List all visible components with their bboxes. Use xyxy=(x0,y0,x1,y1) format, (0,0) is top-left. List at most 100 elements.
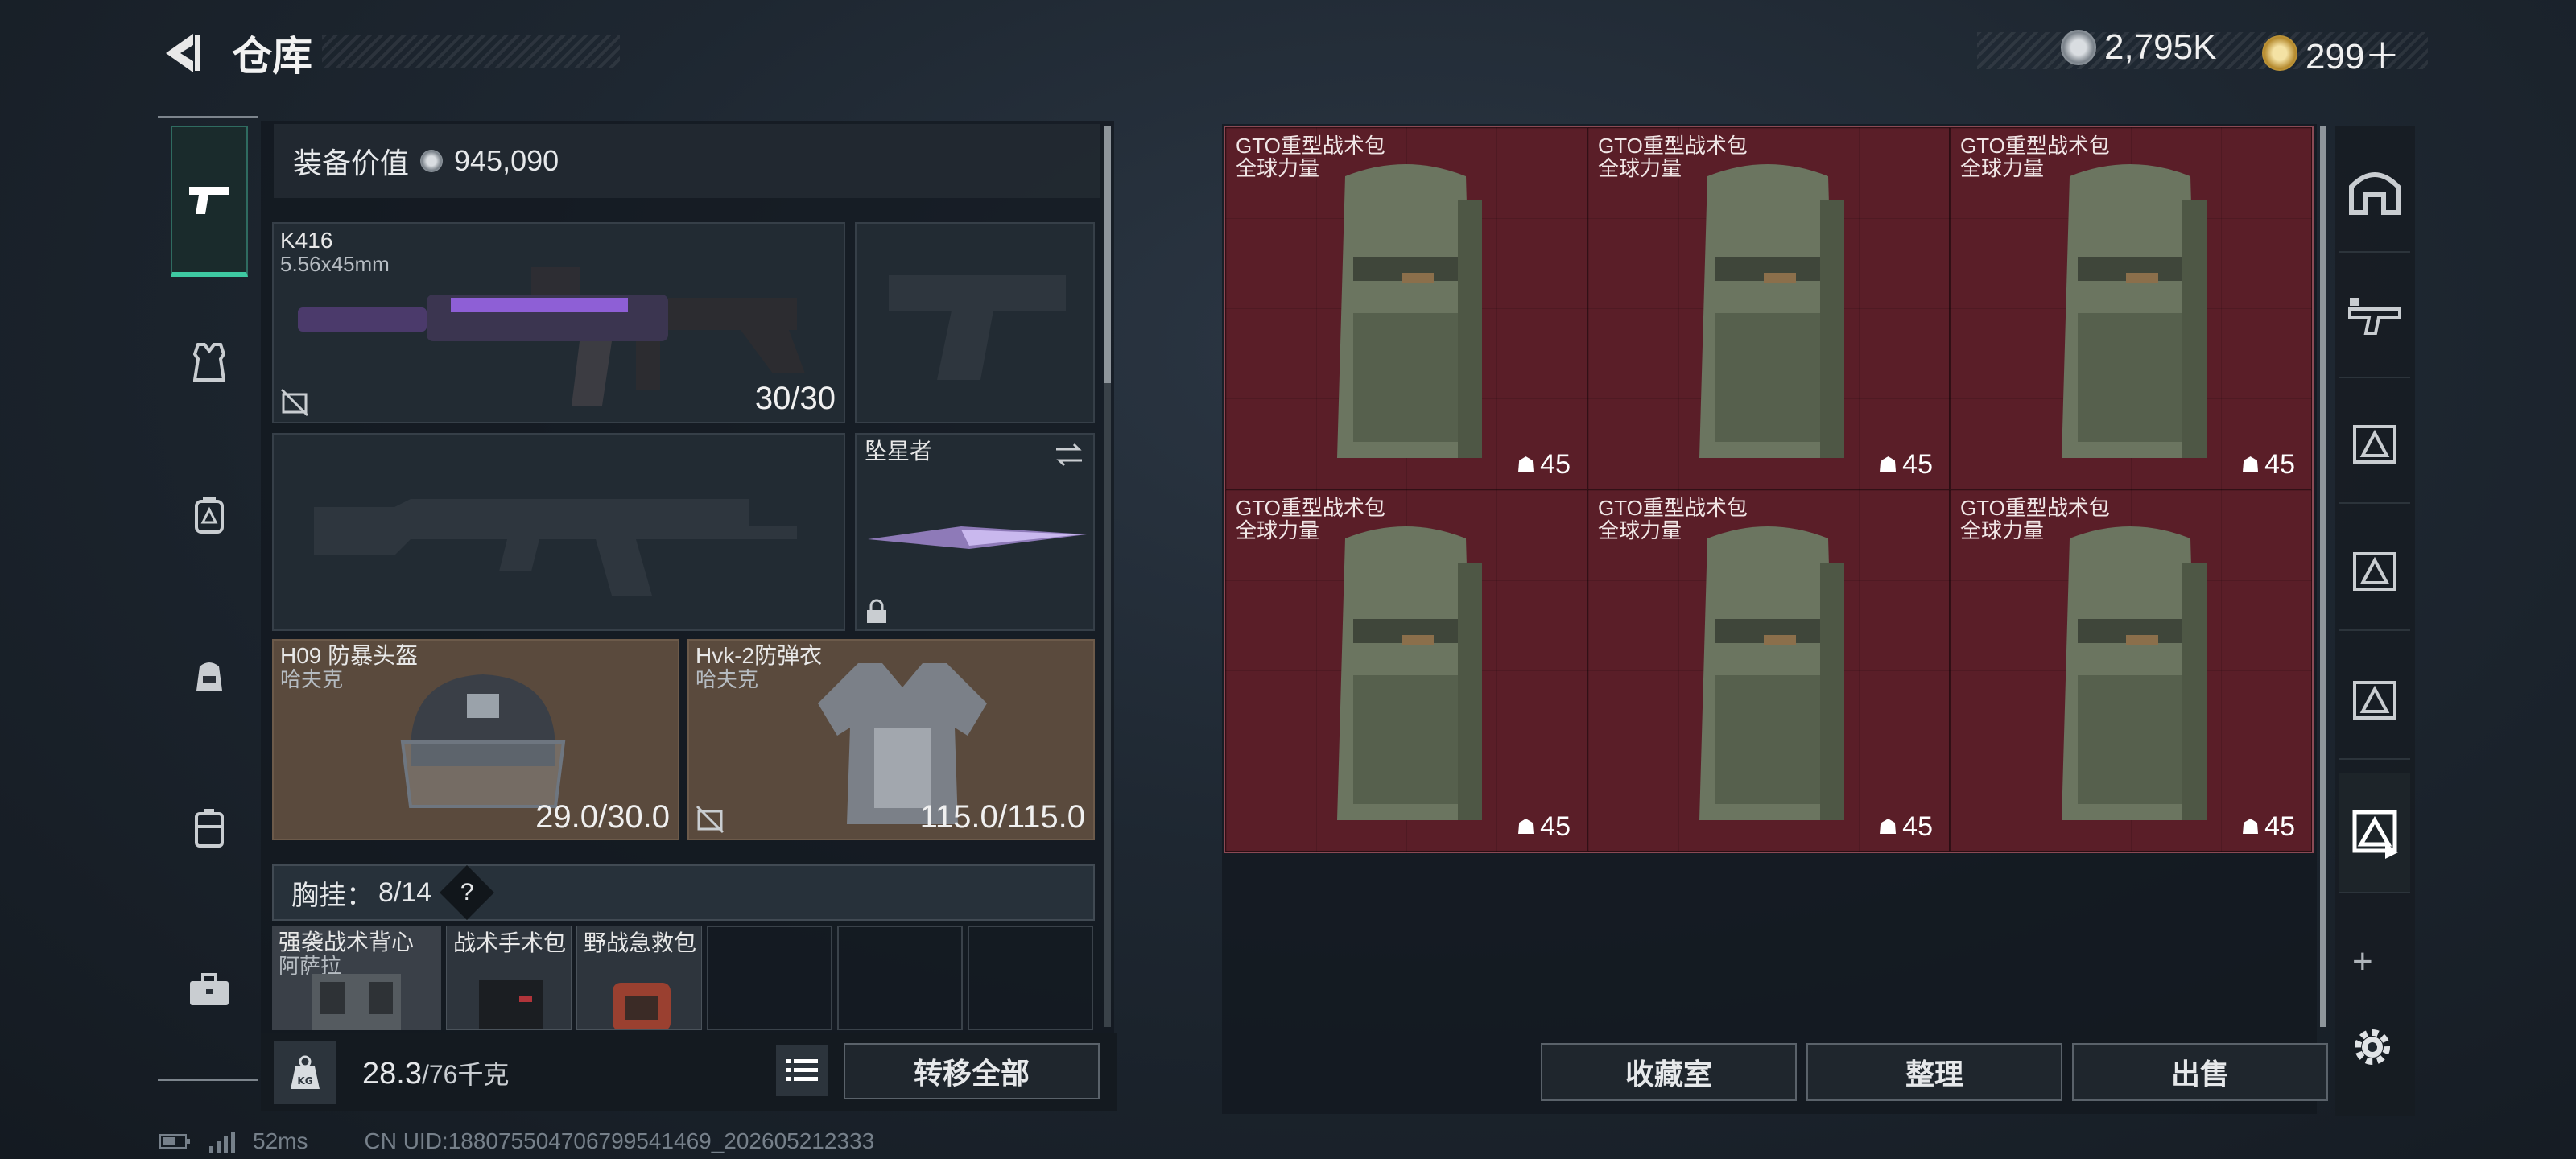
helmet-durability: 29.0/30.0 xyxy=(535,799,670,835)
gold-currency-value: 299＋ xyxy=(2306,37,2401,76)
storage-item[interactable]: GTO重型战术包 全球力量 ☗ 45 xyxy=(1225,489,1587,852)
back-arrow-icon[interactable] xyxy=(158,29,206,77)
storage-icon xyxy=(2353,425,2396,464)
user-uid: CN UID:1880755047067995414​69_2026052123… xyxy=(364,1128,875,1153)
backpack-image xyxy=(1699,526,1844,820)
item-capacity: 45 xyxy=(1902,449,1933,480)
item-capacity: 45 xyxy=(1540,811,1571,842)
capacity-icon: ☗ xyxy=(2240,452,2260,476)
ping-value: 52ms xyxy=(253,1128,308,1153)
rail-tab-container[interactable] xyxy=(171,757,248,901)
weight-icon: KG xyxy=(274,1041,336,1104)
rail-tab-weapon[interactable] xyxy=(171,126,248,277)
storage-icon xyxy=(2353,681,2396,720)
armor-slot[interactable]: Hvk-2防弹衣 哈夫克 115.0/115.0 xyxy=(687,639,1095,840)
helmet-slot[interactable]: H09 防暴头盔 哈夫克 29.0/30.0 xyxy=(272,639,679,840)
right-scrollbar[interactable] xyxy=(2320,126,2326,1027)
tab-storage-active[interactable] xyxy=(2339,773,2410,893)
rig-empty-slot[interactable] xyxy=(968,926,1093,1030)
carry-weight-max: /76千克 xyxy=(421,1060,510,1089)
list-view-button[interactable] xyxy=(776,1045,828,1096)
rail-tab-armor[interactable] xyxy=(171,290,248,435)
status-footer: 52ms CN UID:1880755047067995414​69_20260… xyxy=(159,1128,874,1154)
item-capacity: 45 xyxy=(1540,449,1571,480)
gold-coin-icon xyxy=(2262,35,2297,71)
help-icon: ? xyxy=(460,879,474,905)
rig-item[interactable]: 战术手术包 xyxy=(446,926,572,1030)
list-icon xyxy=(786,1059,818,1081)
silver-coin-icon xyxy=(2061,30,2096,65)
secondary-weapon-slot[interactable] xyxy=(272,433,845,631)
backpack-image xyxy=(1337,164,1482,458)
briefcase-icon xyxy=(190,973,229,1005)
transfer-all-button[interactable]: 转移全部 xyxy=(844,1043,1100,1099)
page-title: 仓库 xyxy=(232,34,312,79)
rig-empty-slot[interactable] xyxy=(837,926,963,1030)
vest-image xyxy=(312,974,401,1030)
left-scrollbar-thumb[interactable] xyxy=(1104,126,1111,383)
capacity-icon: ☗ xyxy=(2240,815,2260,839)
primary-weapon-slot[interactable]: K416 5.56x45mm 30/30 xyxy=(272,222,845,423)
melee-slot[interactable]: 坠星者 xyxy=(855,433,1095,631)
sort-button[interactable]: 整理 xyxy=(1806,1043,2062,1101)
collection-room-button[interactable]: 收藏室 xyxy=(1541,1043,1797,1101)
storage-item[interactable]: GTO重型战术包 全球力量 ☗ 45 xyxy=(1950,127,2312,489)
safe-box-icon xyxy=(2349,172,2401,215)
gold-currency[interactable]: 299＋ xyxy=(2262,27,2400,79)
pistol-icon xyxy=(189,187,229,214)
armor-durability: 115.0/115.0 xyxy=(919,799,1085,835)
rig-empty-slot[interactable] xyxy=(707,926,832,1030)
item-capacity: 45 xyxy=(2264,811,2295,842)
rig-item-name: 野战急救包 xyxy=(584,930,697,955)
helmet-image xyxy=(400,674,566,808)
pistol-silhouette xyxy=(889,275,1066,380)
no-insure-icon xyxy=(280,388,309,417)
backpack-icon xyxy=(196,662,222,691)
rifle-silhouette xyxy=(314,499,797,596)
tab-safe-box[interactable] xyxy=(2339,132,2410,253)
carry-weight: 28.3/76千克 xyxy=(362,1054,509,1091)
ammo-count: 30/30 xyxy=(754,381,836,416)
no-insure-icon xyxy=(696,805,724,834)
battery-icon xyxy=(159,1134,190,1149)
chest-rig-slots: 8/14 xyxy=(378,876,432,908)
chest-rig-icon xyxy=(195,497,224,534)
backpack-image xyxy=(2062,526,2207,820)
gear-icon[interactable] xyxy=(2349,1024,2396,1074)
storage-item[interactable]: GTO重型战术包 全球力量 ☗ 45 xyxy=(1950,489,2312,852)
knife-image xyxy=(868,526,1087,549)
rig-item[interactable]: 野战急救包 xyxy=(576,926,702,1030)
armor-name: Hvk-2防弹衣 xyxy=(696,643,823,668)
equipment-value-label: 装备价值 xyxy=(293,146,410,179)
silver-currency[interactable]: 2,795K xyxy=(2061,27,2216,68)
storage-item[interactable]: GTO重型战术包 全球力量 ☗ 45 xyxy=(1587,127,1950,489)
silver-currency-value: 2,795K xyxy=(2104,27,2217,67)
equipment-value: 945,090 xyxy=(454,144,559,177)
backpack-image xyxy=(2062,164,2207,458)
rail-tab-briefcase[interactable] xyxy=(171,918,248,1062)
add-tab-button[interactable]: + xyxy=(2352,942,2373,982)
weapon-storage-icon xyxy=(2348,298,2401,335)
tab-storage-1[interactable] xyxy=(2339,383,2410,504)
storage-item[interactable]: GTO重型战术包 全球力量 ☗ 45 xyxy=(1587,489,1950,852)
rail-tab-backpack[interactable] xyxy=(171,604,248,749)
capacity-icon: ☗ xyxy=(1516,452,1536,476)
storage-item[interactable]: GTO重型战术包 全球力量 ☗ 45 xyxy=(1225,127,1587,489)
capacity-icon: ☗ xyxy=(1516,815,1536,839)
pistol-slot[interactable] xyxy=(855,222,1095,423)
lock-icon xyxy=(867,599,886,623)
rig-item[interactable]: 强袭战术背心 阿萨拉 xyxy=(272,926,441,1030)
tab-storage-2[interactable] xyxy=(2339,510,2410,631)
silver-coin-icon xyxy=(420,150,444,172)
item-capacity: 45 xyxy=(2264,449,2295,480)
first-aid-kit-image xyxy=(613,983,671,1029)
tab-storage-3[interactable] xyxy=(2339,639,2410,760)
swap-icon[interactable] xyxy=(1053,441,1085,468)
backpack-image xyxy=(1337,526,1482,820)
storage-icon xyxy=(2353,552,2396,591)
sell-button[interactable]: 出售 xyxy=(2072,1043,2328,1101)
rail-tab-chest-rig[interactable] xyxy=(171,443,248,588)
signal-icon xyxy=(209,1132,235,1153)
tab-weapon-storage[interactable] xyxy=(2339,258,2410,378)
help-button[interactable]: ? xyxy=(440,865,495,920)
